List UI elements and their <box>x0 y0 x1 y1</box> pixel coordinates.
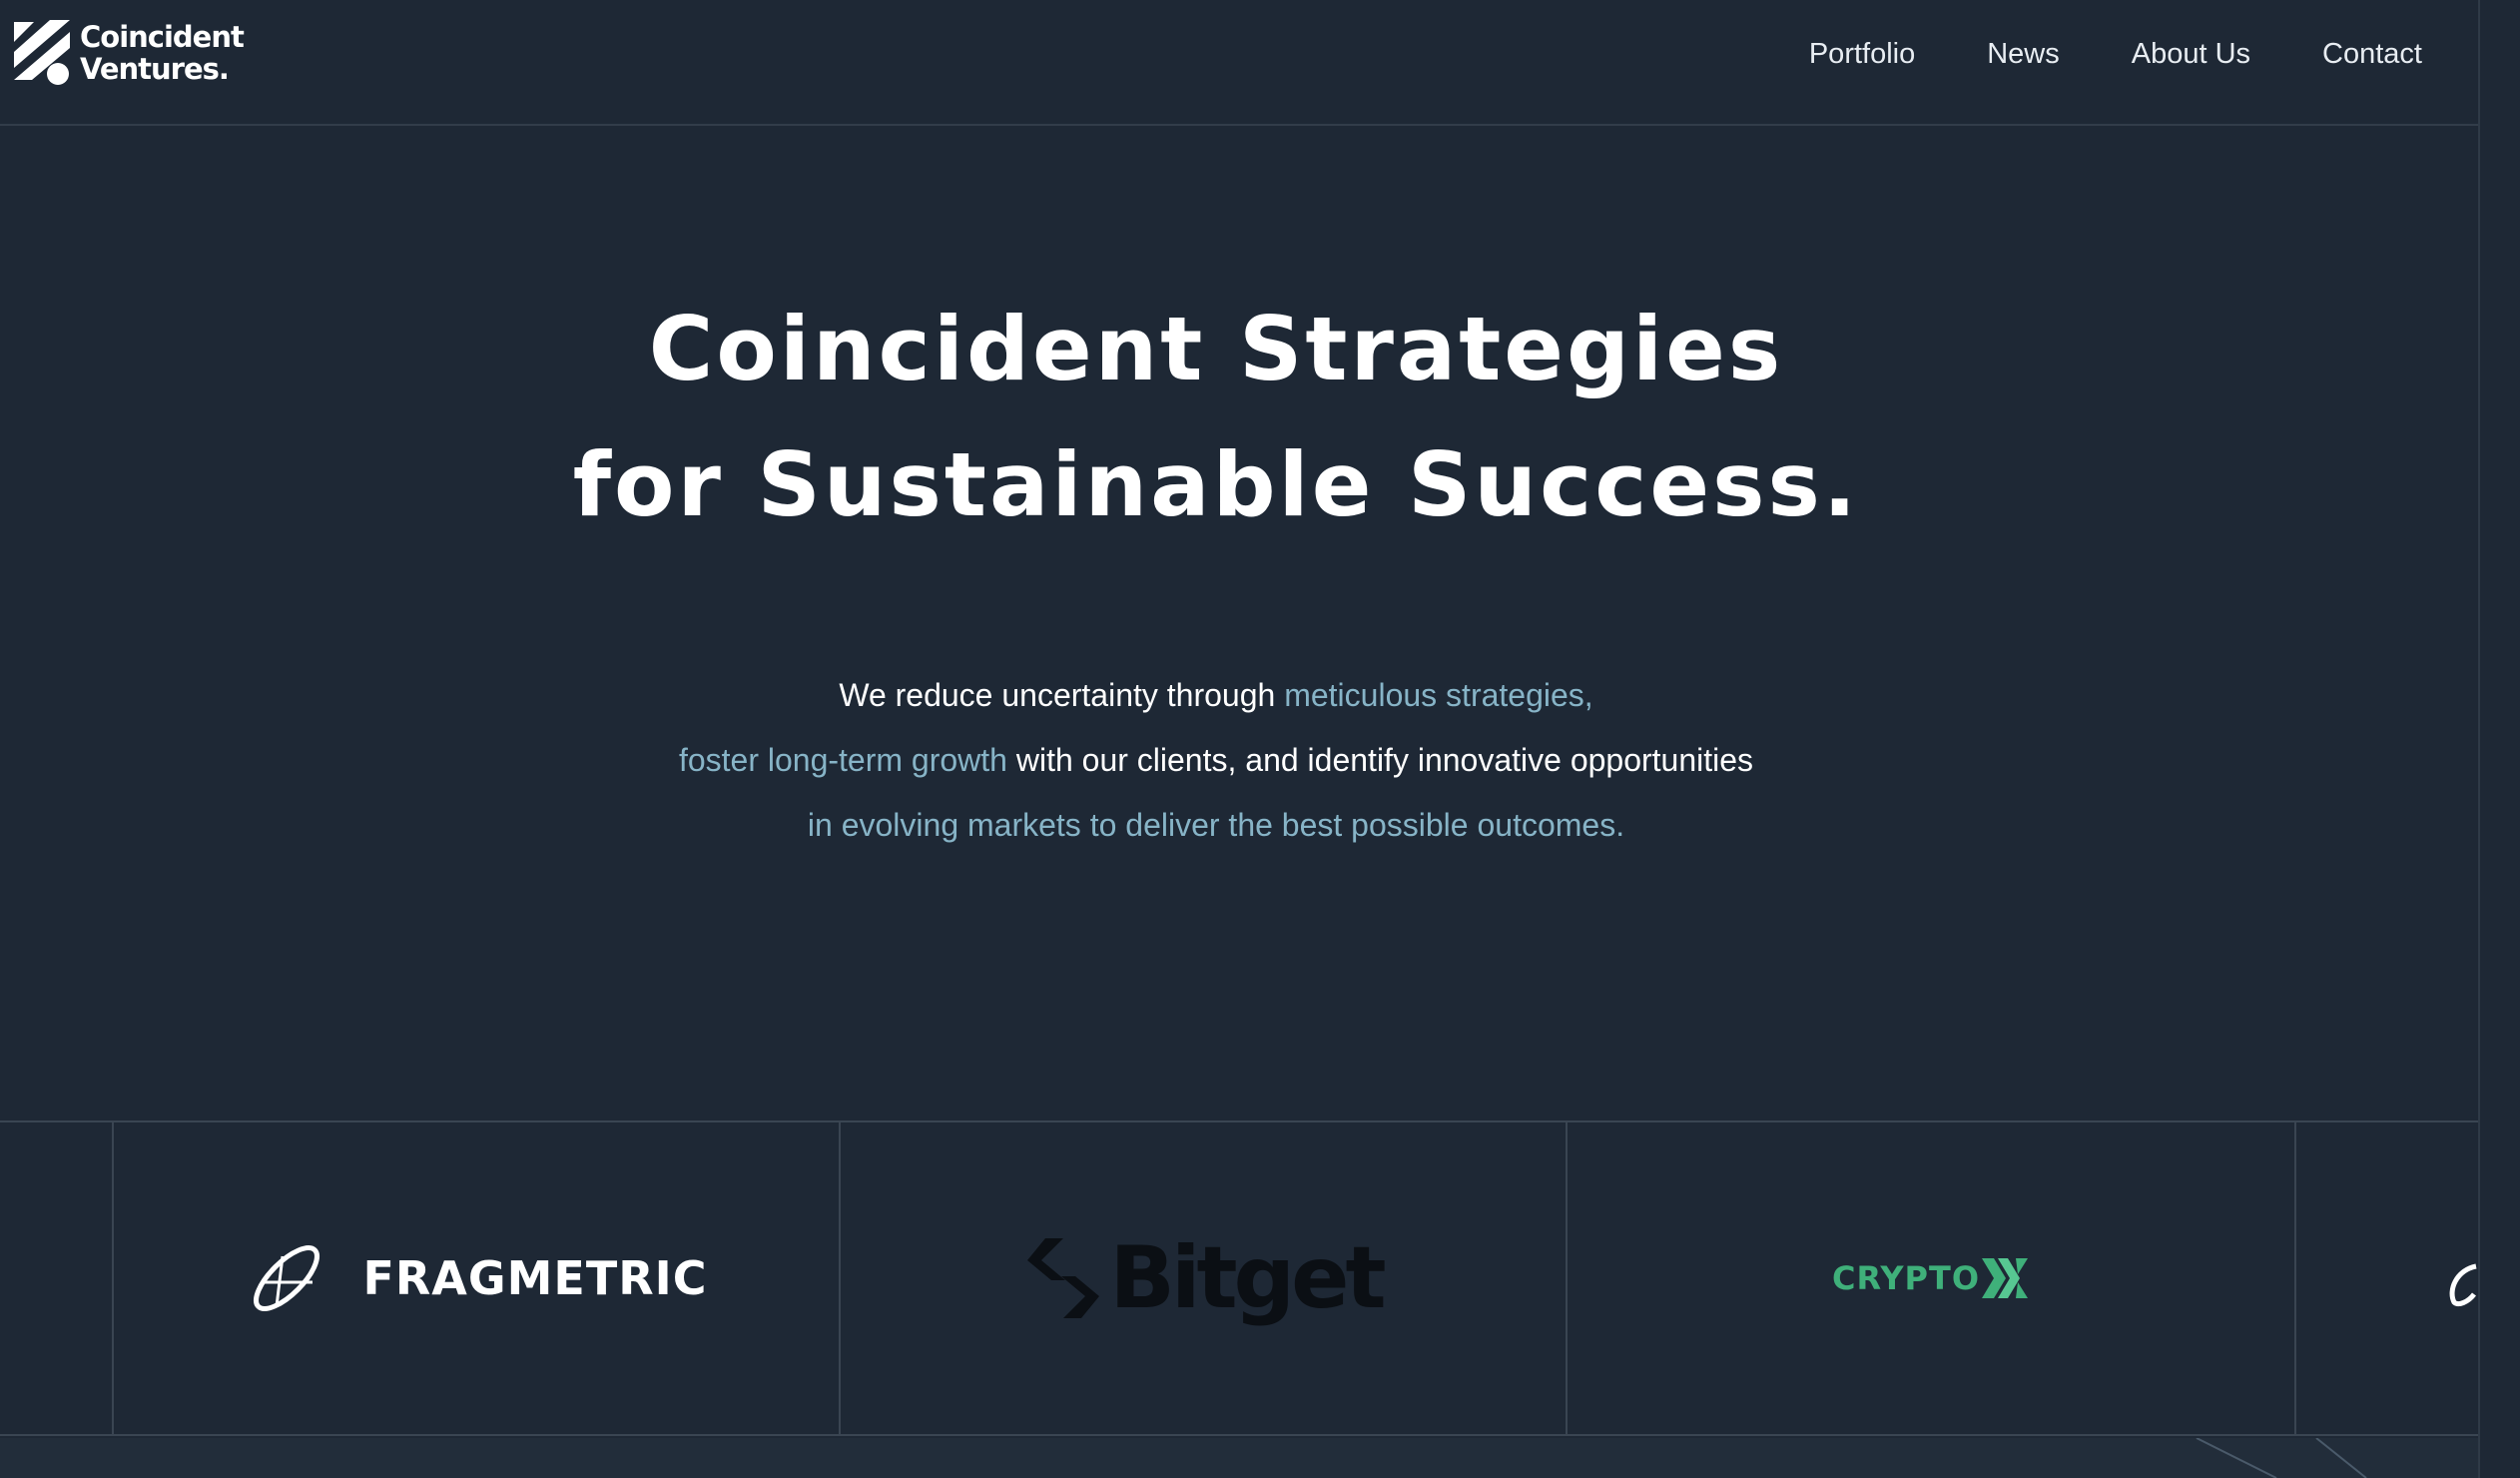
partner-cell-cryptox[interactable]: CRYPTO <box>1566 1122 2294 1434</box>
next-section-preview <box>0 1437 2478 1478</box>
hero-text-accent: in evolving markets to deliver the best … <box>807 807 1625 843</box>
nav-portfolio[interactable]: Portfolio <box>1809 36 1915 72</box>
hero-text-plain: with our clients, and identify innovativ… <box>1006 742 1754 778</box>
partner-logo-strip: FRAGMETRIC Bitget CRYPTO <box>0 1120 2478 1436</box>
hero-title: Coincident Strategies for Sustainable Su… <box>0 282 2432 553</box>
cryptox-wordmark: CRYPTO <box>1831 1259 1981 1297</box>
hero-description: We reduce uncertainty through meticulous… <box>0 663 2432 858</box>
partial-logo-icon <box>2449 1263 2477 1307</box>
fragmetric-orbit-icon <box>254 1245 320 1311</box>
hero-description-line-1: We reduce uncertainty through meticulous… <box>0 663 2432 728</box>
logo-wordmark: Coincident Ventures. <box>80 20 245 86</box>
main-nav: Portfolio News About Us Contact <box>1809 36 2422 72</box>
bitget-logo: Bitget <box>1023 1228 1387 1328</box>
decorative-lines-icon <box>2196 1437 2367 1478</box>
hero-text-accent: foster long-term growth <box>678 742 1007 778</box>
logo-line-1: Coincident <box>80 20 245 54</box>
nav-news[interactable]: News <box>1987 36 2060 72</box>
partner-cell-bitget[interactable]: Bitget <box>839 1122 1566 1434</box>
hero-text-accent: meticulous strategies, <box>1284 677 1593 713</box>
hero-description-line-3: in evolving markets to deliver the best … <box>0 793 2432 858</box>
hero-text-plain: We reduce uncertainty through <box>839 677 1285 713</box>
site-logo[interactable]: Coincident Ventures. <box>12 18 245 88</box>
nav-contact[interactable]: Contact <box>2322 36 2422 72</box>
bitget-arrow-icon <box>1027 1238 1100 1318</box>
hero-description-line-2: foster long-term growth with our clients… <box>0 728 2432 793</box>
cryptox-x-icon <box>1982 1258 2029 1298</box>
logo-line-2: Ventures. <box>80 52 230 86</box>
coincident-logo-icon <box>14 20 70 85</box>
bitget-wordmark: Bitget <box>1109 1228 1386 1328</box>
hero-title-line-1: Coincident Strategies <box>648 298 1784 400</box>
nav-about-us[interactable]: About Us <box>2132 36 2250 72</box>
partner-cell-partial-left <box>0 1122 112 1434</box>
page-scrollbar-rail[interactable] <box>2478 0 2520 1478</box>
fragmetric-wordmark: FRAGMETRIC <box>362 1251 708 1305</box>
cryptox-logo: CRYPTO <box>1832 1256 2030 1300</box>
page: Coincident Ventures. Portfolio News Abou… <box>0 0 2478 1478</box>
fragmetric-logo: FRAGMETRIC <box>245 1236 707 1320</box>
partner-cell-fragmetric[interactable]: FRAGMETRIC <box>112 1122 839 1434</box>
hero-title-line-2: for Sustainable Success. <box>572 433 1860 536</box>
site-header: Coincident Ventures. Portfolio News Abou… <box>0 0 2478 126</box>
